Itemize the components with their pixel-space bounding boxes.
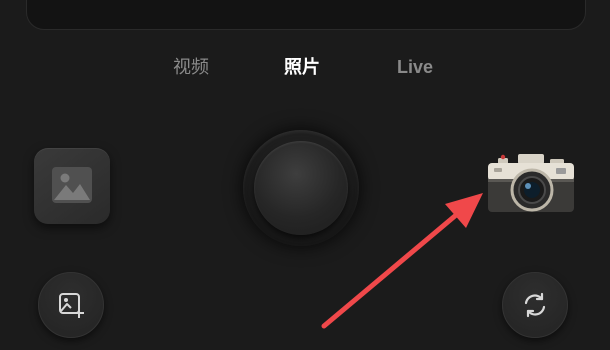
switch-camera-button[interactable] — [502, 272, 568, 338]
add-image-icon — [59, 293, 84, 318]
shutter-inner — [254, 141, 348, 235]
gallery-button[interactable] — [34, 148, 110, 224]
tab-live[interactable]: Live — [397, 55, 433, 79]
add-image-button[interactable] — [38, 272, 104, 338]
shutter-button[interactable] — [243, 130, 359, 246]
camera-icon[interactable] — [486, 152, 576, 216]
tab-video[interactable]: 视频 — [173, 55, 209, 79]
image-icon — [52, 167, 92, 203]
camera-preview-frame — [26, 0, 586, 30]
tab-photo[interactable]: 照片 — [284, 55, 320, 79]
switch-camera-icon — [524, 292, 546, 318]
